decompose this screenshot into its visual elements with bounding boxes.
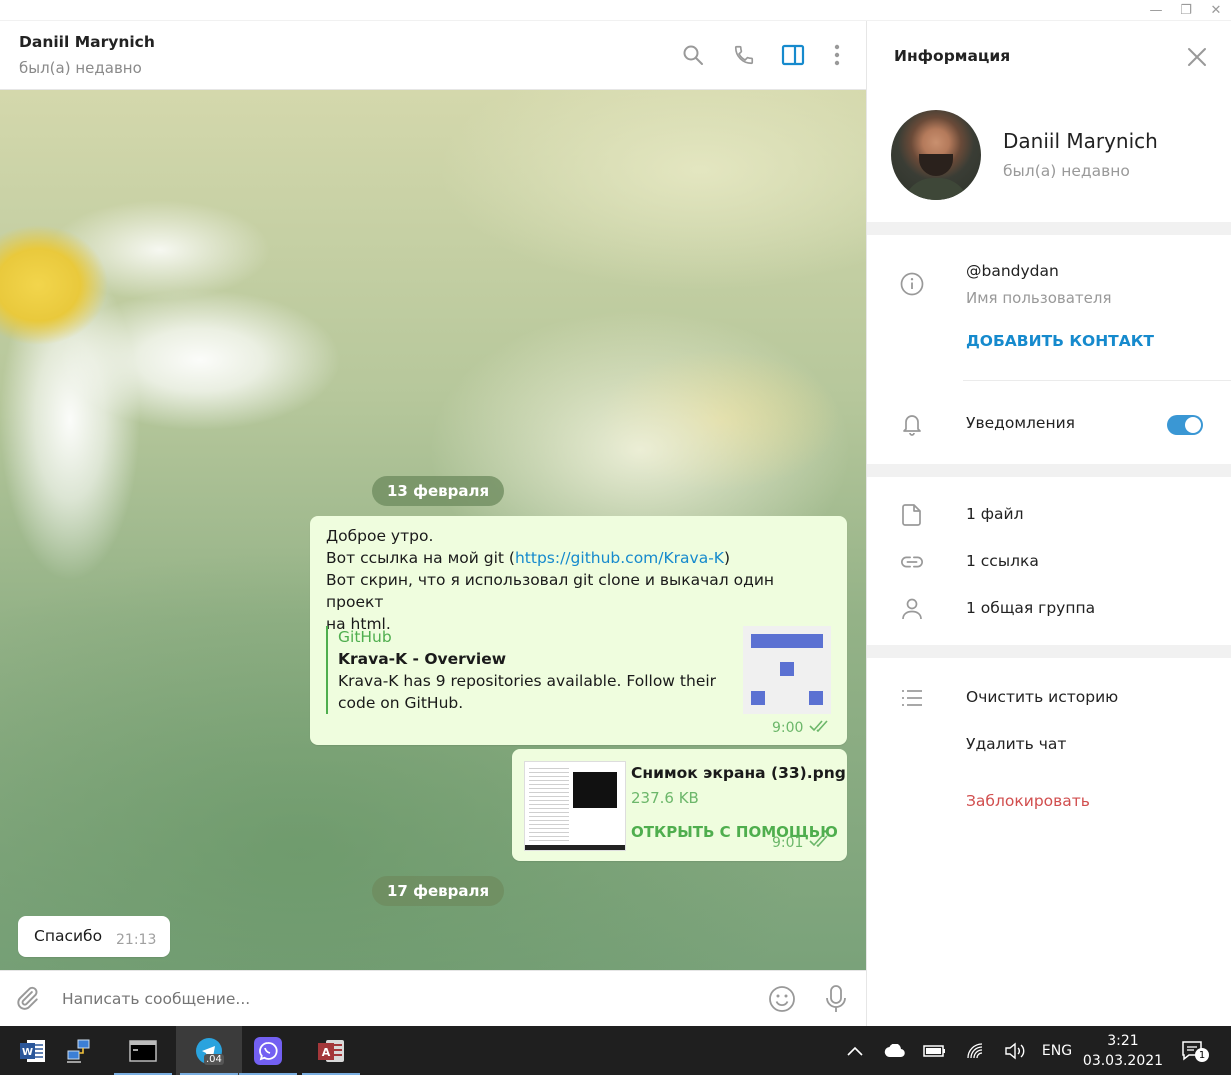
sidebar-toggle-icon[interactable] (780, 41, 806, 69)
block-user-button[interactable]: Заблокировать (966, 792, 1090, 810)
section-divider (867, 645, 1231, 658)
preview-thumbnail-identicon[interactable] (743, 626, 831, 714)
more-options-icon[interactable] (824, 41, 850, 69)
message-meta: 9:01 (772, 835, 831, 851)
language-indicator[interactable]: ENG (1036, 1026, 1078, 1075)
shared-files-item[interactable]: 1 файл (966, 505, 1024, 523)
svg-text:A: A (322, 1046, 331, 1059)
message-bubble-incoming[interactable]: Спасибо 21:13 (18, 916, 170, 957)
battery-icon[interactable] (920, 1026, 950, 1075)
username-label: Имя пользователя (966, 289, 1112, 307)
emoji-icon[interactable] (768, 985, 796, 1017)
telegram-app-icon[interactable]: .04 (176, 1026, 242, 1075)
message-input[interactable] (62, 984, 742, 1014)
close-window-button[interactable]: ✕ (1201, 0, 1231, 21)
message-meta: 9:00 (772, 720, 831, 736)
section-divider (867, 464, 1231, 477)
wifi-icon[interactable] (961, 1026, 991, 1075)
info-panel: Информация Daniil Marynich был(а) недавн… (867, 21, 1231, 1026)
message-composer (0, 970, 866, 1026)
svg-text:W: W (22, 1047, 33, 1058)
info-panel-title: Информация (894, 47, 1011, 65)
user-icon (900, 597, 924, 621)
bell-icon (900, 412, 924, 436)
notifications-label: Уведомления (966, 414, 1075, 432)
date-separator: 13 февраля (372, 476, 505, 506)
avatar[interactable] (891, 110, 981, 200)
file-icon (900, 503, 924, 527)
notifications-toggle[interactable] (1167, 415, 1203, 435)
message-time: 9:00 (772, 720, 804, 736)
double-check-icon (809, 835, 831, 851)
row-divider (963, 380, 1231, 381)
viber-app-icon[interactable] (235, 1026, 301, 1075)
message-time: 9:01 (772, 835, 804, 851)
access-app-icon[interactable]: A (298, 1026, 364, 1075)
message-bubble-outgoing[interactable]: Доброе утро. Вот ссылка на мой git (http… (310, 516, 847, 745)
phone-icon[interactable] (731, 41, 757, 69)
preview-description: code on GitHub. (338, 694, 464, 712)
message-text-line: Доброе утро. (326, 527, 434, 545)
windows-taskbar: W .04 A ENG 3:21 03.03.2021 1 (0, 1026, 1231, 1075)
chat-messages-area[interactable]: 13 февраля Доброе утро. Вот ссылка на мо… (0, 90, 866, 970)
chat-title[interactable]: Daniil Marynich (19, 33, 155, 51)
clock-time: 3:21 (1107, 1032, 1139, 1049)
section-divider (867, 222, 1231, 235)
message-link[interactable]: https://github.com/Krava-K (515, 549, 724, 567)
minimize-button[interactable]: — (1141, 0, 1171, 21)
chat-header: Daniil Marynich был(а) недавно (0, 21, 866, 90)
notification-center-icon[interactable]: 1 (1175, 1026, 1211, 1075)
terminal-app-icon[interactable] (110, 1026, 176, 1075)
volume-icon[interactable] (1000, 1026, 1030, 1075)
username-value[interactable]: @bandydan (966, 262, 1059, 280)
profile-name: Daniil Marynich (1003, 129, 1158, 153)
clear-history-button[interactable]: Очистить историю (966, 688, 1118, 706)
chat-status: был(а) недавно (19, 59, 142, 77)
preview-site-name: GitHub (338, 628, 392, 646)
double-check-icon (809, 720, 831, 736)
profile-status: был(а) недавно (1003, 162, 1130, 180)
add-contact-button[interactable]: ДОБАВИТЬ КОНТАКТ (966, 332, 1154, 350)
microphone-icon[interactable] (824, 984, 848, 1018)
delete-chat-button[interactable]: Удалить чат (966, 735, 1066, 753)
link-preview[interactable]: GitHub Krava-K - Overview Krava-K has 9 … (326, 626, 726, 714)
preview-description: Krava-K has 9 repositories available. Fo… (338, 672, 717, 690)
message-text-line: Вот ссылка на мой git (https://github.co… (326, 549, 731, 567)
message-text-line: Вот скрин, что я использовал git clone и… (326, 571, 775, 611)
close-icon[interactable] (1185, 45, 1209, 73)
restore-button[interactable]: ❐ (1171, 0, 1201, 21)
list-icon (900, 686, 924, 710)
file-thumbnail[interactable] (524, 761, 626, 851)
message-time: 21:13 (116, 932, 157, 948)
clock[interactable]: 3:21 03.03.2021 (1080, 1026, 1166, 1075)
telegram-badge: .04 (204, 1054, 224, 1065)
notification-count: 1 (1195, 1048, 1209, 1062)
network-app-icon[interactable] (46, 1026, 112, 1075)
message-bubble-file[interactable]: Снимок экрана (33).png 237.6 KB ОТКРЫТЬ … (512, 749, 847, 861)
link-icon (900, 550, 924, 574)
window-titlebar: — ❐ ✕ (0, 0, 1231, 21)
chevron-up-icon[interactable] (842, 1026, 868, 1075)
file-name: Снимок экрана (33).png (631, 764, 846, 782)
shared-links-item[interactable]: 1 ссылка (966, 552, 1039, 570)
common-groups-item[interactable]: 1 общая группа (966, 599, 1095, 617)
file-size: 237.6 KB (631, 789, 699, 807)
attach-icon[interactable] (14, 985, 40, 1015)
cloud-icon[interactable] (880, 1026, 910, 1075)
clock-date: 03.03.2021 (1082, 1052, 1164, 1069)
info-icon (900, 272, 924, 296)
date-separator: 17 февраля (372, 876, 505, 906)
search-icon[interactable] (680, 41, 706, 69)
preview-title: Krava-K - Overview (338, 650, 507, 668)
message-text: Спасибо (34, 927, 103, 945)
